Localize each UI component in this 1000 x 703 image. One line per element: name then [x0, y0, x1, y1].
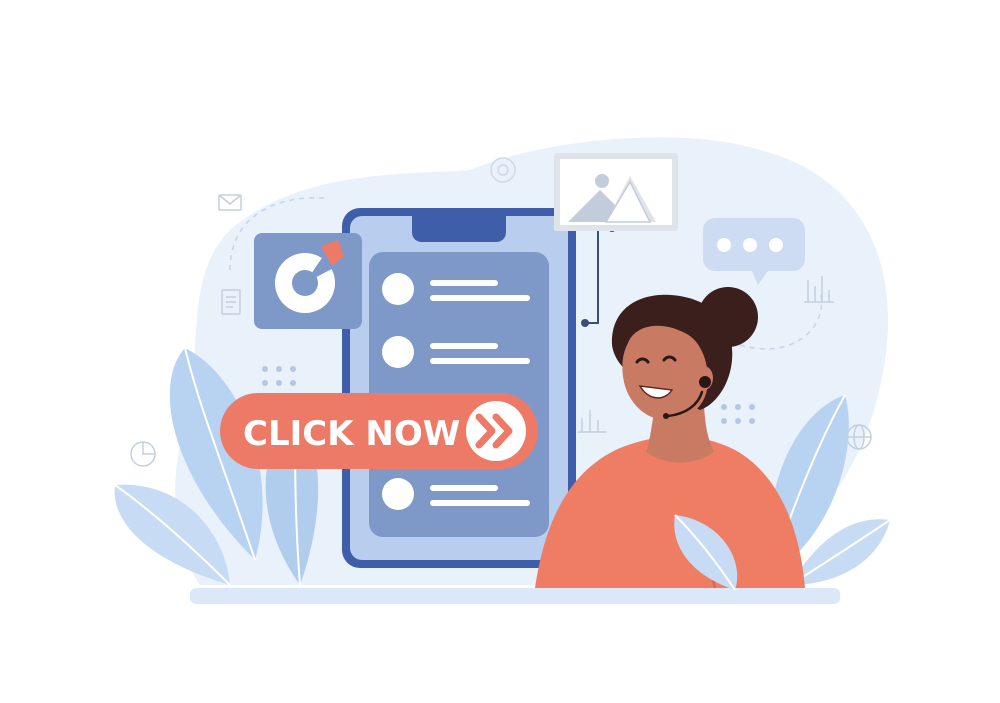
headset-mic: [663, 413, 669, 419]
connector-dot: [581, 319, 589, 327]
list-item-line: [430, 343, 498, 349]
list-item-line: [430, 485, 498, 491]
list-item-avatar: [382, 478, 414, 510]
click-now-label: CLICK NOW: [243, 414, 460, 454]
list-item-line: [430, 358, 530, 364]
pie-chart-icon: [130, 441, 156, 467]
image-card: [554, 153, 678, 231]
phone-notch: [412, 216, 506, 242]
double-chevron-right-icon: [466, 401, 526, 461]
illustration-stage: CLICK NOW: [0, 0, 1000, 703]
phone: [342, 208, 576, 568]
list-item-avatar: [382, 336, 414, 368]
click-now-button[interactable]: CLICK NOW: [220, 393, 538, 469]
headset-earpiece: [699, 376, 711, 388]
illustration-svg: CLICK NOW: [114, 137, 891, 604]
target-card: [254, 233, 362, 329]
mail-icon: [218, 194, 242, 211]
ground-strip: [190, 588, 840, 604]
list-item-line: [430, 500, 530, 506]
list-item-line: [430, 295, 530, 301]
list-item-avatar: [382, 273, 414, 305]
list-item-line: [430, 280, 498, 286]
